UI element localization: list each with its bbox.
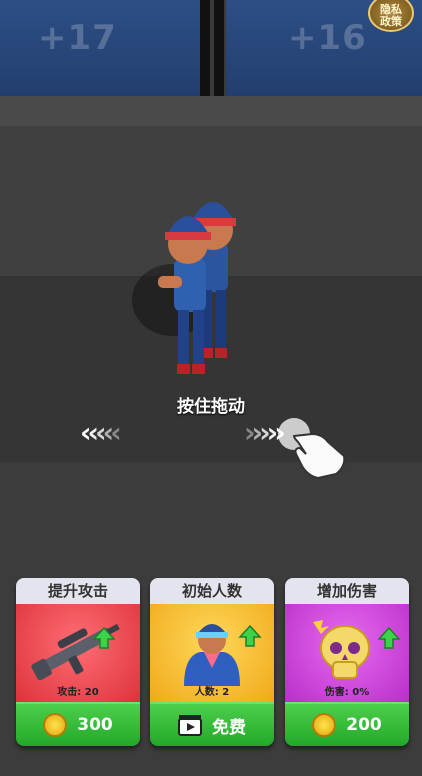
card-initial-count-price: 免费 [212,717,246,738]
gate-left-value: +17 [38,18,117,58]
card-damage-buy-button[interactable]: 200 [285,702,409,746]
card-damage-title: 增加伤害 [285,578,409,604]
upgrade-arrow-icon [238,624,262,647]
card-initial-count-stat: 人数: 2 [194,687,230,698]
left-arrows-icon: ‹‹‹‹‹ [80,416,122,449]
road-far [0,96,422,126]
player-crowd[interactable] [110,180,270,380]
coin-icon [43,713,68,737]
card-attack-buy-button[interactable]: 300 [16,702,140,746]
card-attack-price: 300 [77,715,113,735]
card-attack-body: 攻击: 20 [16,604,140,702]
card-damage-body: 伤害: 0% [285,604,409,702]
coin-icon [312,713,337,737]
card-damage-stat: 伤害: 0% [324,687,370,698]
drag-hint-text: 按住拖动 [177,397,245,417]
card-initial-count-free-button[interactable]: 免费 [150,702,274,746]
card-attack[interactable]: 提升攻击 攻击: 20 300 [16,578,140,746]
gate-right-value: +16 [288,18,367,58]
video-icon [178,715,202,736]
privacy-policy-badge[interactable]: 隐私 政策 [368,0,414,32]
card-damage[interactable]: 增加伤害 伤害: 0% 200 [285,578,409,746]
drag-hand-icon [278,418,346,480]
card-damage-price: 200 [346,715,382,735]
gate-post-left [200,0,210,96]
card-initial-count[interactable]: 初始人数 人数: 2 免费 [150,578,274,746]
badge-line2: 政策 [380,15,402,28]
upgrade-arrow-icon [377,626,401,649]
upgrade-arrow-icon [92,626,116,649]
card-attack-stat: 攻击: 20 [57,687,99,698]
card-initial-count-title: 初始人数 [150,578,274,604]
gate-post-right [214,0,224,96]
soldier-portrait-icon [184,624,240,686]
card-initial-count-body: 人数: 2 [150,604,274,702]
gate-left: +17 [0,0,200,96]
card-attack-title: 提升攻击 [16,578,140,604]
skull-icon [313,620,370,679]
